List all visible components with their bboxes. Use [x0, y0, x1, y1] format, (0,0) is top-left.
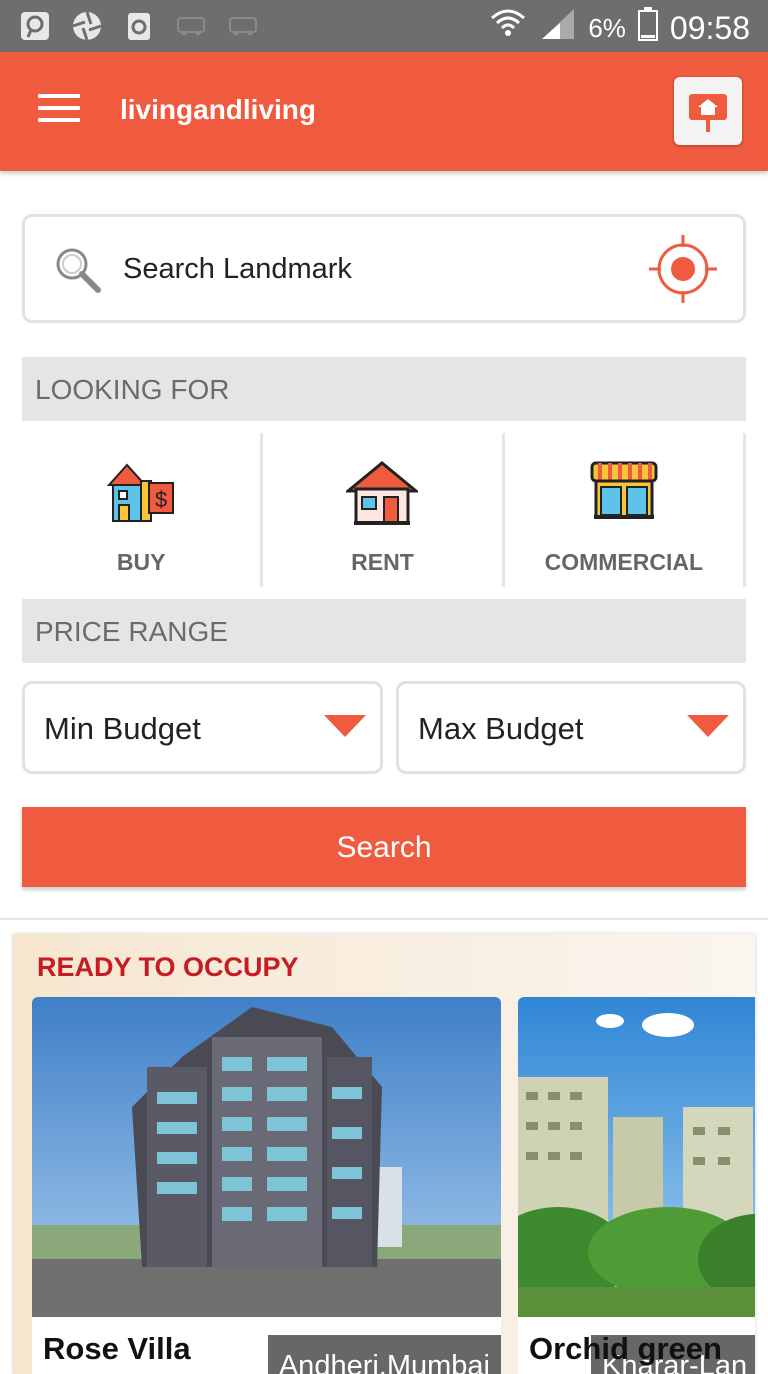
battery-icon	[637, 7, 658, 49]
search-landmark-field[interactable]: Search Landmark	[22, 214, 746, 323]
ready-to-occupy-heading: READY TO OCCUPY	[37, 952, 299, 982]
wifi-icon	[488, 6, 528, 50]
option-commercial[interactable]: COMMERCIAL	[504, 433, 746, 587]
shop-icon	[588, 457, 660, 534]
app-notification-icon	[18, 9, 52, 43]
clock: 09:58	[669, 9, 750, 46]
home-signboard-button[interactable]	[674, 77, 742, 145]
option-rent[interactable]: RENT	[263, 433, 505, 587]
app-title: livingandliving	[120, 94, 317, 125]
property-card[interactable]: Kharar-Lan Orchid green	[518, 997, 755, 1374]
search-button[interactable]: Search	[22, 807, 746, 887]
option-buy-label: BUY	[116, 549, 166, 575]
house-icon	[344, 457, 421, 534]
status-bar: 6% 09:58	[0, 0, 768, 52]
property-photo	[518, 997, 755, 1317]
system-status: 6% 09:58	[488, 6, 750, 50]
bus-icon	[226, 9, 260, 43]
property-photo	[32, 997, 501, 1317]
chevron-down-icon	[324, 715, 366, 737]
notification-icons	[18, 9, 260, 43]
divider	[0, 918, 768, 920]
search-input[interactable]: Search Landmark	[123, 253, 352, 286]
home-signboard-icon	[689, 94, 727, 132]
app-bar: livingandliving	[0, 52, 768, 171]
house-dollar-icon: $	[105, 457, 177, 534]
price-range-heading: PRICE RANGE	[22, 599, 746, 663]
search-icon	[53, 245, 103, 300]
property-location: Andheri,Mumbai	[267, 1335, 501, 1374]
current-location-icon[interactable]	[647, 233, 719, 310]
option-commercial-label: COMMERCIAL	[544, 549, 704, 575]
property-name: Orchid green	[529, 1331, 722, 1366]
chevron-down-icon	[687, 715, 729, 737]
looking-for-heading: LOOKING FOR	[22, 357, 746, 421]
option-buy[interactable]: $ BUY	[22, 433, 264, 587]
svg-text:$: $	[155, 487, 167, 512]
property-name: Rose Villa	[43, 1331, 191, 1366]
max-budget-select[interactable]: Max Budget	[396, 681, 746, 774]
bus-icon	[174, 9, 208, 43]
max-budget-label: Max Budget	[418, 711, 584, 746]
aperture-icon	[70, 9, 104, 43]
looking-for-options: $ BUY RENT COMMERCIAL	[22, 433, 746, 587]
option-rent-label: RENT	[351, 549, 414, 575]
min-budget-label: Min Budget	[44, 711, 201, 746]
min-budget-select[interactable]: Min Budget	[22, 681, 383, 774]
property-card[interactable]: Andheri,Mumbai Rose Villa	[32, 997, 501, 1374]
signal-icon	[540, 7, 576, 49]
battery-percent: 6%	[588, 12, 626, 43]
ready-to-occupy-section: READY TO OCCUPY Andheri,Mumbai Rose Vill…	[13, 934, 755, 1374]
recycle-icon	[122, 9, 156, 43]
menu-icon[interactable]	[38, 94, 80, 124]
